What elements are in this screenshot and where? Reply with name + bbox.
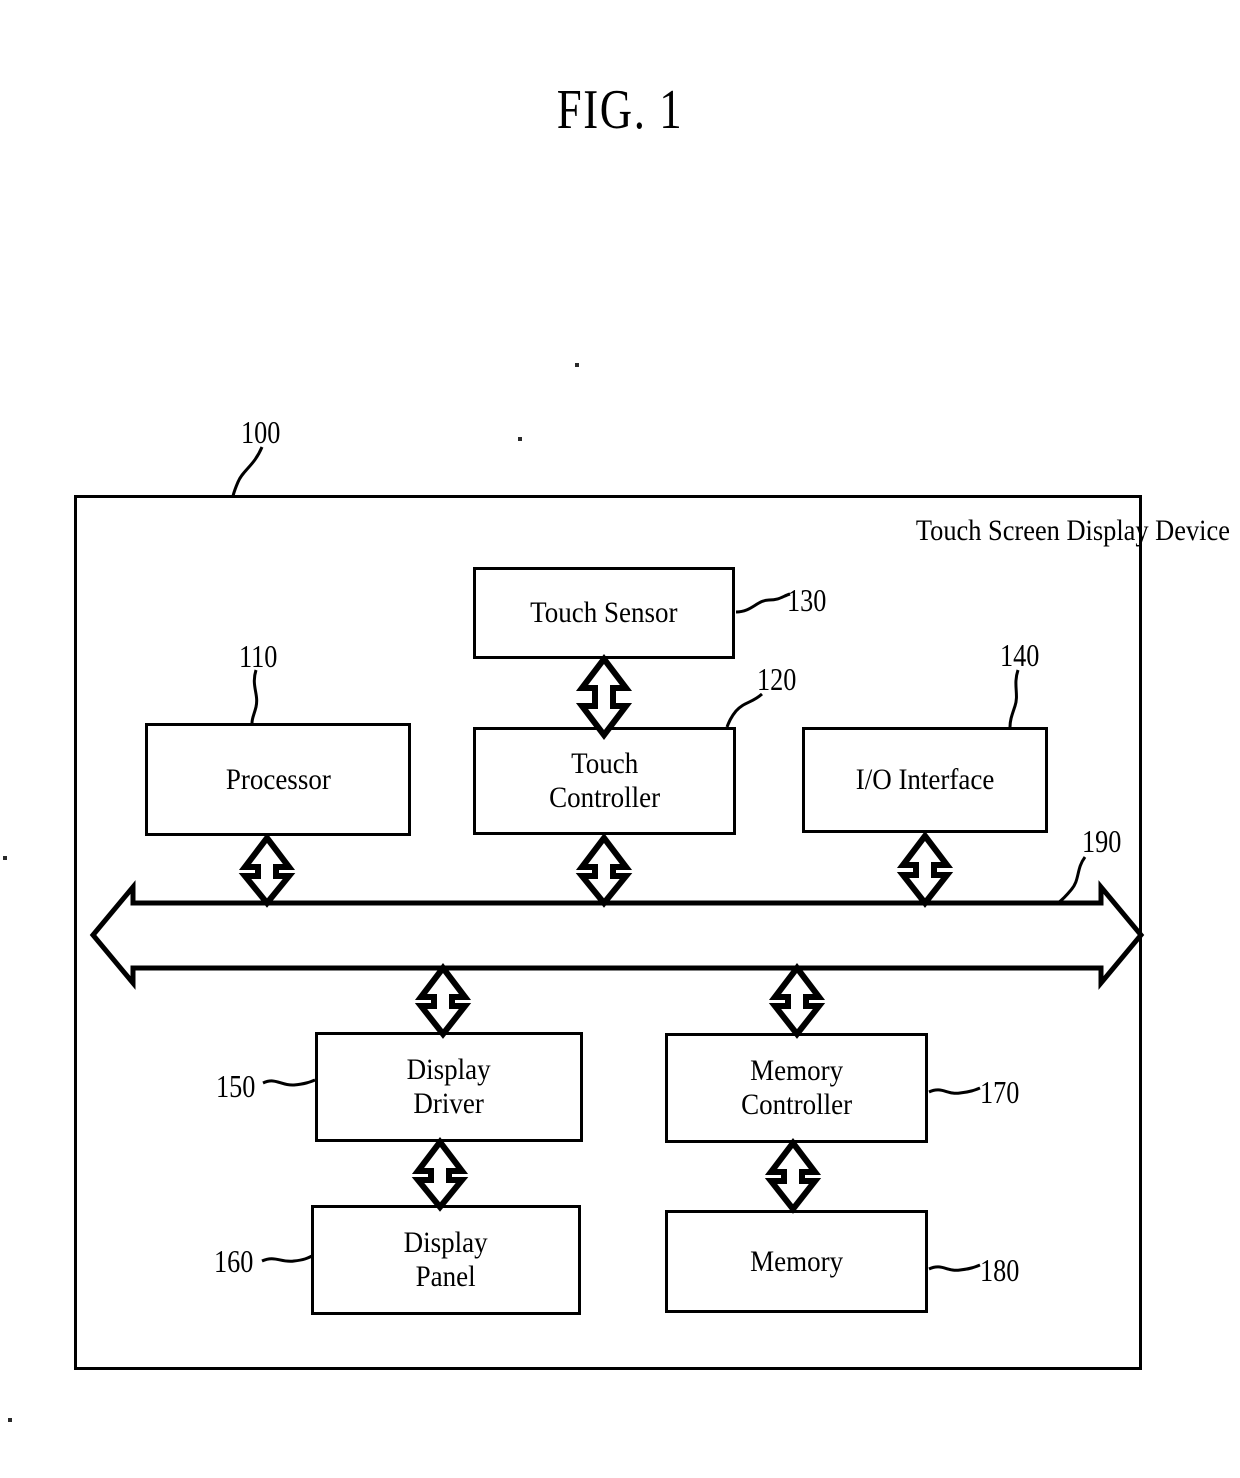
ref-170: 170: [980, 1074, 1020, 1110]
block-io-interface: I/O Interface: [802, 727, 1048, 833]
block-io-interface-label: I/O Interface: [855, 763, 995, 797]
block-display-panel-label: Display Panel: [403, 1226, 488, 1293]
block-display-driver-label: Display Driver: [406, 1053, 491, 1120]
ref-150: 150: [216, 1068, 256, 1104]
ref-160: 160: [214, 1243, 254, 1279]
block-processor-label: Processor: [225, 762, 331, 796]
block-touch-sensor: Touch Sensor: [473, 567, 735, 659]
block-touch-controller: Touch Controller: [473, 727, 736, 835]
ref-140: 140: [1000, 637, 1040, 673]
block-memory-controller-label: Memory Controller: [741, 1054, 852, 1121]
block-touch-sensor-label: Touch Sensor: [530, 596, 678, 630]
block-memory-controller: Memory Controller: [665, 1033, 928, 1143]
block-memory: Memory: [665, 1210, 928, 1313]
scan-speck: [3, 856, 7, 860]
ref-190: 190: [1082, 823, 1122, 859]
ref-130: 130: [787, 582, 827, 618]
ref-120: 120: [757, 661, 797, 697]
ref-110: 110: [239, 638, 278, 674]
scan-speck: [8, 1418, 12, 1422]
block-display-driver: Display Driver: [315, 1032, 583, 1142]
scan-speck: [575, 363, 579, 367]
block-processor: Processor: [145, 723, 411, 836]
leader-100: [231, 446, 264, 497]
block-touch-controller-label: Touch Controller: [549, 747, 660, 814]
block-memory-label: Memory: [749, 1244, 843, 1278]
figure-title: FIG. 1: [556, 79, 684, 141]
patent-figure-page: FIG. 1 Touch Screen Display Device Touch…: [0, 0, 1240, 1478]
scan-speck: [518, 437, 522, 441]
ref-180: 180: [980, 1252, 1020, 1288]
block-display-panel: Display Panel: [311, 1205, 581, 1315]
device-title-label: Touch Screen Display Device: [915, 514, 1230, 547]
ref-100: 100: [241, 414, 281, 450]
bus-label: BUS: [578, 917, 632, 953]
